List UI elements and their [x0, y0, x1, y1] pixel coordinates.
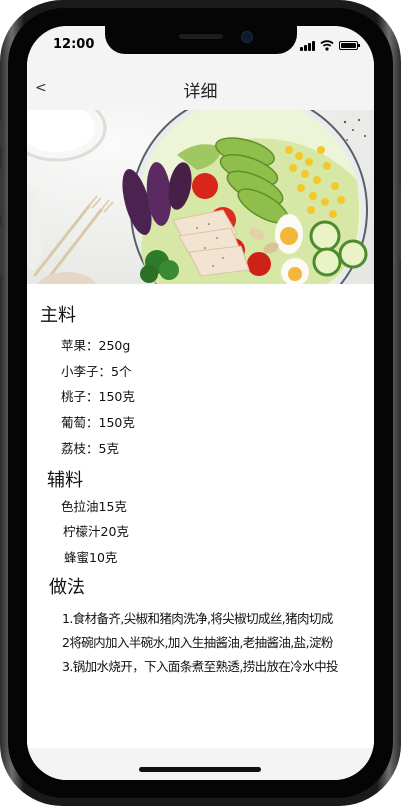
ingredient-item: 苹果：250g — [61, 338, 131, 353]
front-camera — [241, 31, 253, 43]
notch — [105, 26, 297, 54]
wifi-icon — [320, 40, 334, 51]
salad-bowl-image — [27, 110, 374, 284]
speaker-grille — [179, 34, 223, 39]
battery-icon — [339, 41, 360, 50]
home-indicator[interactable] — [139, 767, 261, 772]
ingredient-item: 色拉油15克 — [61, 499, 127, 514]
method-step: 2将碗内加入半碗水,加入生抽酱油,老抽酱油,盐,淀粉 — [62, 635, 333, 650]
ingredient-item: 柠檬汁20克 — [63, 524, 129, 539]
ingredient-item: 荔枝：5克 — [61, 441, 119, 456]
page-title: 详细 — [183, 82, 218, 102]
hero-image — [27, 110, 374, 284]
recipe-content: 主料 苹果：250g 小李子：5个 桃子：150克 葡萄：150克 荔枝：5克 … — [27, 284, 374, 748]
ingredient-item: 桃子：150克 — [61, 389, 135, 404]
section-heading-main-ingredients: 主料 — [40, 305, 76, 326]
volume-down-button — [0, 226, 3, 274]
ingredient-item: 葡萄：150克 — [61, 415, 135, 430]
ingredient-item: 小李子：5个 — [61, 364, 132, 379]
method-step: 3.锅加水烧开，下入面条煮至熟透,捞出放在冷水中投 — [62, 659, 339, 674]
section-heading-method: 做法 — [49, 577, 85, 598]
ingredient-item: 蜂蜜10克 — [64, 550, 118, 565]
cellular-signal-icon — [300, 41, 316, 51]
volume-up-button — [0, 168, 3, 216]
section-heading-side-ingredients: 辅料 — [47, 470, 83, 491]
mute-switch — [0, 120, 3, 146]
screen: 12:00 < 详细 主料 苹果：250g 小李子：5个 桃子：150克 葡萄：… — [27, 26, 374, 780]
bottom-safe-area — [27, 748, 374, 780]
navigation-bar: < 详细 — [27, 62, 374, 110]
status-time: 12:00 — [53, 37, 95, 52]
method-step: 1.食材备齐,尖椒和猪肉洗净,将尖椒切成丝,猪肉切成 — [62, 611, 333, 626]
